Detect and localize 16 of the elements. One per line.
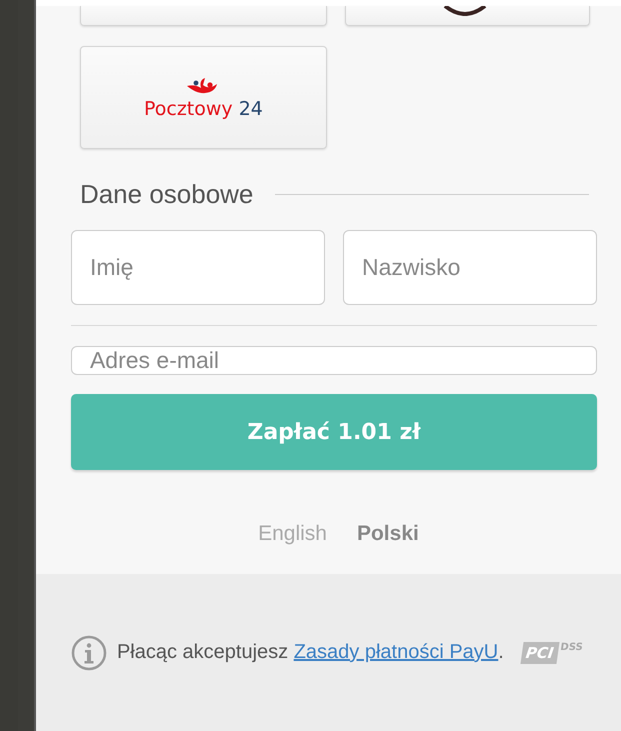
input-field[interactable]: Nazwisko	[342, 230, 597, 305]
input-field[interactable]: Adres e-mail	[70, 346, 597, 375]
input-field[interactable]: Imię	[70, 230, 325, 305]
section-heading: Dane osobowe	[80, 179, 254, 210]
info-icon	[70, 634, 107, 670]
brand-logo-text: Pocztowy 24	[144, 98, 263, 120]
terms-link[interactable]: Zasady płatności PayU	[294, 641, 498, 663]
terms-notice: Płacąc akceptujesz Zasady płatności PayU.	[116, 641, 504, 664]
payment-method-tile[interactable]	[80, 6, 327, 26]
logo-icon	[442, 6, 488, 16]
payment-method-tile[interactable]: Pocztowy 24	[80, 46, 327, 149]
pci-dss-logo: PCI DSS	[520, 642, 584, 664]
payment-method-tile[interactable]	[344, 6, 590, 26]
language-link[interactable]: Polski	[356, 522, 419, 574]
pay-button[interactable]: Zapłać 1.01 zł	[70, 394, 597, 470]
language-link[interactable]: English	[258, 522, 327, 574]
